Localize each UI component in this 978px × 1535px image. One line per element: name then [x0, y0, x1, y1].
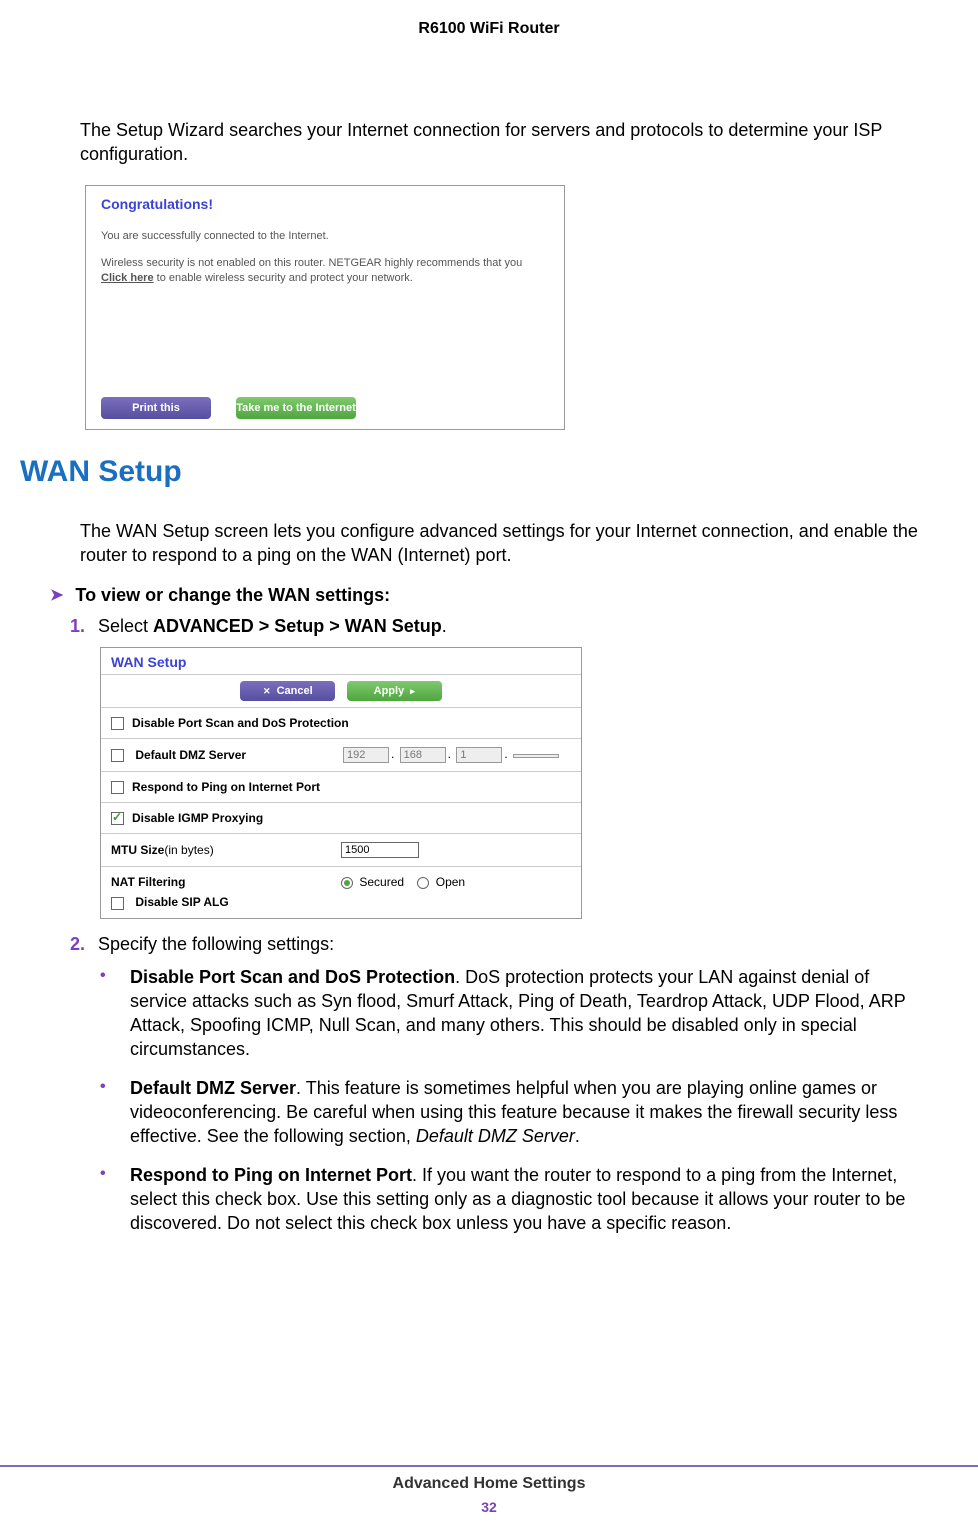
portscan-row: Disable Port Scan and DoS Protection [101, 708, 581, 739]
congrats-heading: Congratulations! [101, 196, 549, 212]
igmp-checkbox[interactable] [111, 812, 124, 825]
nat-open-radio[interactable] [417, 877, 429, 889]
print-this-button[interactable]: Print this [101, 397, 211, 419]
bullet2-title: Default DMZ Server [130, 1078, 296, 1098]
wan-setup-panel: WAN Setup ✕ Cancel Apply ▸ Disable Port Sc… [100, 647, 582, 918]
procedure-heading: To view or change the WAN settings: [75, 585, 390, 606]
footer-page-number: 32 [0, 1499, 978, 1515]
bullet-dot-icon: • [100, 1076, 130, 1149]
step1-text-a: Select [98, 616, 153, 636]
cancel-button[interactable]: ✕ Cancel [240, 681, 335, 701]
bullet3-title: Respond to Ping on Internet Port [130, 1165, 412, 1185]
cancel-label: Cancel [277, 685, 313, 697]
x-icon: ✕ [263, 686, 271, 696]
ip-octet-2[interactable]: 168 [400, 747, 446, 763]
bullet1-title: Disable Port Scan and DoS Protection [130, 967, 455, 987]
take-me-internet-button[interactable]: Take me to the Internet [236, 397, 356, 419]
ip-octet-3[interactable]: 1 [456, 747, 502, 763]
apply-label: Apply [374, 685, 405, 697]
mtu-input[interactable] [341, 842, 419, 858]
click-here-link[interactable]: Click here [101, 272, 154, 284]
page-footer: Advanced Home Settings 32 [0, 1465, 978, 1515]
nat-open-label: Open [436, 875, 465, 889]
ip-octet-4[interactable] [513, 754, 559, 758]
step-2: 2. Specify the following settings: [70, 934, 928, 955]
ping-label: Respond to Ping on Internet Port [132, 780, 320, 794]
dmz-label: Default DMZ Server [135, 748, 246, 762]
bullet-dot-icon: • [100, 965, 130, 1062]
sip-checkbox[interactable] [111, 897, 124, 910]
mtu-label: MTU Size [111, 843, 164, 857]
congrats-line1: You are successfully connected to the In… [101, 230, 549, 242]
step2-text: Specify the following settings: [98, 934, 334, 955]
ping-row: Respond to Ping on Internet Port [101, 772, 581, 803]
dmz-section-link[interactable]: Default DMZ Server [416, 1126, 575, 1146]
mtu-row: MTU Size(in bytes) [101, 834, 581, 867]
header-title: R6100 WiFi Router [50, 20, 928, 38]
nat-secured-radio[interactable] [341, 877, 353, 889]
ping-checkbox[interactable] [111, 781, 124, 794]
wan-setup-heading: WAN Setup [20, 455, 928, 489]
wan-intro-paragraph: The WAN Setup screen lets you configure … [80, 519, 928, 568]
step-1: 1. Select ADVANCED > Setup > WAN Setup. [70, 616, 928, 637]
nat-secured-label: Secured [359, 875, 404, 889]
portscan-checkbox[interactable] [111, 717, 124, 730]
portscan-label: Disable Port Scan and DoS Protection [132, 716, 349, 730]
nat-sip-row: NAT Filtering Secured Open Disable SIP A… [101, 867, 581, 917]
step1-text-c: . [442, 616, 447, 636]
congrats-line2b: to enable wireless security and protect … [154, 272, 413, 284]
igmp-label: Disable IGMP Proxying [132, 811, 263, 825]
step1-number: 1. [70, 616, 98, 637]
dmz-checkbox[interactable] [111, 749, 124, 762]
procedure-arrow-icon: ➤ [50, 585, 63, 605]
intro-paragraph: The Setup Wizard searches your Internet … [80, 118, 928, 167]
igmp-row: Disable IGMP Proxying [101, 803, 581, 834]
congrats-screenshot: Congratulations! You are successfully co… [85, 185, 565, 430]
apply-arrow-icon: ▸ [410, 686, 415, 696]
ip-octet-1[interactable]: 192 [343, 747, 389, 763]
congrats-line2: Wireless security is not enabled on this… [101, 256, 549, 287]
wan-panel-title: WAN Setup [101, 648, 581, 675]
step1-path: ADVANCED > Setup > WAN Setup [153, 616, 442, 636]
bullet-portscan: • Disable Port Scan and DoS Protection. … [100, 965, 928, 1062]
footer-section-title: Advanced Home Settings [0, 1475, 978, 1493]
nat-label: NAT Filtering [111, 875, 341, 889]
step2-number: 2. [70, 934, 98, 955]
bullet-dmz: • Default DMZ Server. This feature is so… [100, 1076, 928, 1149]
bullet2-tail: . [575, 1126, 580, 1146]
mtu-unit: (in bytes) [164, 843, 213, 857]
congrats-line2a: Wireless security is not enabled on this… [101, 257, 522, 269]
bullet-ping: • Respond to Ping on Internet Port. If y… [100, 1163, 928, 1236]
dmz-ip-fields: 192. 168. 1. [341, 747, 571, 763]
apply-button[interactable]: Apply ▸ [347, 681, 442, 701]
bullet-dot-icon: • [100, 1163, 130, 1236]
wan-button-row: ✕ Cancel Apply ▸ [101, 675, 581, 708]
bullet-list: • Disable Port Scan and DoS Protection. … [100, 965, 928, 1236]
dmz-row: Default DMZ Server 192. 168. 1. [101, 739, 581, 772]
sip-label: Disable SIP ALG [135, 895, 228, 909]
